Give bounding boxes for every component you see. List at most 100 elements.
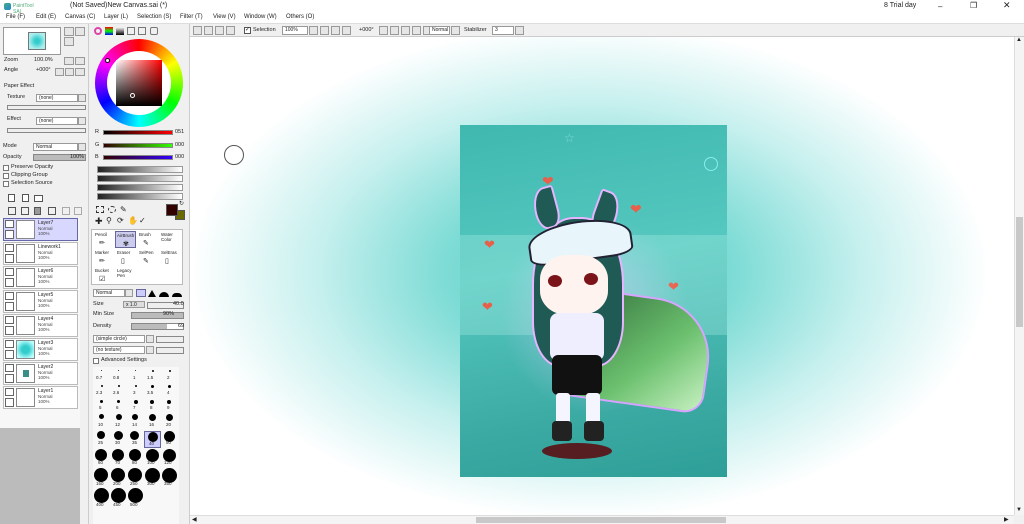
brush-preset[interactable]: 400 xyxy=(93,488,110,508)
visibility-eye-icon[interactable] xyxy=(5,220,14,228)
tool-airbrush[interactable]: AirBrush ✾ xyxy=(115,231,136,248)
stabilizer-field[interactable]: 3 xyxy=(492,26,514,35)
shape-strength-slider[interactable] xyxy=(156,336,184,343)
brush-preset[interactable]: 160 xyxy=(93,468,110,487)
brush-preset[interactable]: 120 xyxy=(161,449,178,467)
brush-shape-select[interactable]: (simple circle) xyxy=(93,335,145,343)
brush-preset[interactable]: 10 xyxy=(93,414,110,430)
brush-preset[interactable]: 30 xyxy=(110,431,127,448)
rotate-ccw-button[interactable] xyxy=(390,26,399,35)
brush-preset[interactable]: 5 xyxy=(93,399,110,413)
toolbar-angle-dropdown[interactable] xyxy=(379,26,388,35)
effect-width-slider[interactable] xyxy=(7,128,86,133)
visibility-eye-icon[interactable] xyxy=(5,340,14,348)
swatch-row[interactable] xyxy=(97,166,183,173)
swap-colors-icon[interactable]: ↻ xyxy=(179,200,184,207)
chevron-down-icon[interactable] xyxy=(125,289,133,297)
lock-icon[interactable] xyxy=(5,350,14,359)
hsv-slider-tab-icon[interactable] xyxy=(116,27,124,35)
brush-preset[interactable]: 6 xyxy=(110,399,127,413)
edge-softest-icon[interactable] xyxy=(172,293,182,297)
visibility-eye-icon[interactable] xyxy=(5,364,14,372)
chevron-down-icon[interactable] xyxy=(78,94,86,102)
swatch-row[interactable] xyxy=(97,193,183,200)
selection-tool-icon[interactable] xyxy=(96,206,104,213)
selection-checkbox[interactable]: ✓ xyxy=(244,27,251,34)
brush-preset[interactable]: 35 xyxy=(127,431,144,448)
vertical-scroll-thumb[interactable] xyxy=(1016,217,1023,327)
visibility-eye-icon[interactable] xyxy=(5,268,14,276)
brush-preset[interactable]: 3 xyxy=(127,384,144,398)
horizontal-scrollbar[interactable]: ◀ ▶ xyxy=(190,515,1014,524)
lock-icon[interactable] xyxy=(5,254,14,263)
brush-preset[interactable]: 4 xyxy=(161,384,178,398)
delete-layer-icon[interactable] xyxy=(34,207,41,215)
layer-item[interactable]: Layer4 Normal 100% xyxy=(3,314,78,337)
swatch-tab-icon[interactable] xyxy=(138,27,146,35)
preserve-opacity-checkbox[interactable] xyxy=(3,165,9,171)
visibility-eye-icon[interactable] xyxy=(5,388,14,396)
eyedropper-icon[interactable]: ✓ xyxy=(139,216,146,225)
brush-texture-select[interactable]: (no texture) xyxy=(93,346,145,354)
lock-icon[interactable] xyxy=(5,398,14,407)
lock-icon[interactable] xyxy=(5,374,14,383)
texture-select[interactable]: (none) xyxy=(36,94,78,102)
brush-preset[interactable]: 2 xyxy=(161,369,178,383)
magic-wand-icon[interactable]: ✎ xyxy=(120,205,127,214)
effect-select[interactable]: (none) xyxy=(36,117,78,125)
invert-selection-button[interactable] xyxy=(226,26,235,35)
visibility-eye-icon[interactable] xyxy=(5,244,14,252)
palette-tab-icon[interactable] xyxy=(127,27,135,35)
lock-icon[interactable] xyxy=(5,326,14,335)
merge-down-icon[interactable] xyxy=(21,207,29,215)
toolbar-zoom-field[interactable]: 100% xyxy=(282,26,308,35)
move-tool-icon[interactable]: ✚ xyxy=(95,216,103,227)
chevron-down-icon[interactable] xyxy=(78,117,86,125)
lock-icon[interactable] xyxy=(5,302,14,311)
toolbar-mode-field[interactable]: Normal xyxy=(429,26,450,35)
visibility-eye-icon[interactable] xyxy=(5,292,14,300)
brush-preset[interactable]: 2.6 xyxy=(110,384,127,398)
brush-preset[interactable]: 450 xyxy=(110,488,127,508)
paste-layer-icon[interactable] xyxy=(74,207,82,215)
menu-view[interactable]: View (V) xyxy=(213,14,236,20)
brush-preset[interactable]: 500 xyxy=(127,488,144,508)
hand-tool-icon[interactable]: ✋ xyxy=(128,216,138,225)
nav-reset-button[interactable] xyxy=(64,37,74,46)
layer-item[interactable]: Layer3 Normal 100% xyxy=(3,338,78,361)
tool-pencil[interactable]: Pencil ✏ xyxy=(93,231,114,248)
undo-button[interactable] xyxy=(193,26,202,35)
tool-selpen[interactable]: SelPen ✎ xyxy=(137,249,158,266)
zoom-tool-icon[interactable]: ⚲ xyxy=(106,216,112,225)
min-size-slider[interactable] xyxy=(131,312,184,319)
color-wheel-tab-icon[interactable] xyxy=(94,27,102,35)
size-multiplier[interactable]: x 1.0 xyxy=(123,301,145,308)
tool-marker[interactable]: Marker ✏ xyxy=(93,249,114,266)
zoom-plus-button[interactable] xyxy=(75,57,85,65)
toolbar-zoom-reset[interactable] xyxy=(342,26,351,35)
brush-preset[interactable]: 1.5 xyxy=(144,369,161,383)
deselect-button[interactable] xyxy=(215,26,224,35)
brush-preset[interactable]: 60 xyxy=(93,449,110,467)
menu-edit[interactable]: Edit (E) xyxy=(36,14,56,20)
tool-eraser[interactable]: Eraser ▯ xyxy=(115,249,136,266)
brush-preset[interactable]: 50 xyxy=(161,431,178,448)
close-icon[interactable]: ✕ xyxy=(1003,0,1011,11)
swatch-row[interactable] xyxy=(97,175,183,182)
brush-preset[interactable]: 100 xyxy=(144,449,161,467)
tool-water-color[interactable]: Water Color xyxy=(159,231,183,248)
nav-zoom-out-button[interactable] xyxy=(75,27,85,36)
brush-preset[interactable]: 0.7 xyxy=(93,369,110,383)
r-slider[interactable] xyxy=(103,130,173,135)
copy-layer-icon[interactable] xyxy=(62,207,70,215)
menu-others[interactable]: Others (O) xyxy=(286,14,314,20)
scroll-up-icon[interactable]: ▲ xyxy=(1016,37,1022,43)
layer-item[interactable]: Layer5 Normal 100% xyxy=(3,290,78,313)
layer-item[interactable]: Layer2 Normal 100% xyxy=(3,362,78,385)
menu-filter[interactable]: Filter (T) xyxy=(180,14,203,20)
new-layer-icon[interactable] xyxy=(8,194,15,202)
edit-pencil-icon[interactable] xyxy=(5,230,14,239)
minimize-icon[interactable]: – xyxy=(938,2,942,11)
angle-cw-button[interactable] xyxy=(75,68,85,76)
foreground-color-swatch[interactable] xyxy=(166,204,178,216)
